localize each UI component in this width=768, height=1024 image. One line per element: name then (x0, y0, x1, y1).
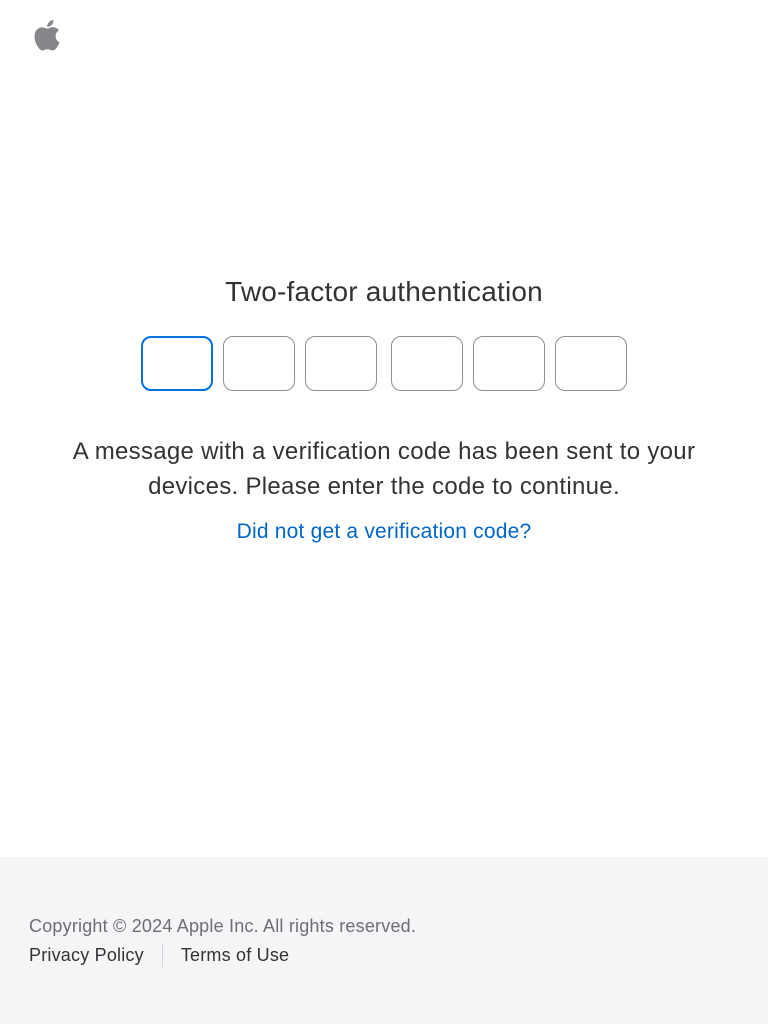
page: Two-factor authentication A message with… (0, 0, 768, 1024)
verification-panel: Two-factor authentication A message with… (0, 270, 768, 546)
code-digit-3[interactable] (305, 336, 377, 391)
terms-of-use-link[interactable]: Terms of Use (181, 943, 289, 967)
privacy-policy-link[interactable]: Privacy Policy (29, 943, 144, 967)
verification-code-input (0, 336, 768, 391)
page-title: Two-factor authentication (225, 276, 543, 307)
no-code-help-link[interactable]: Did not get a verification code? (237, 518, 532, 546)
footer: Copyright © 2024 Apple Inc. All rights r… (0, 857, 768, 1024)
code-digit-6[interactable] (555, 336, 627, 391)
code-digit-1[interactable] (141, 336, 213, 391)
footer-divider (161, 943, 163, 967)
copyright-text: Copyright © 2024 Apple Inc. All rights r… (29, 916, 417, 936)
code-digit-4[interactable] (391, 336, 463, 391)
verification-message: A message with a verification code has b… (72, 438, 696, 500)
code-digit-2[interactable] (223, 336, 295, 391)
code-digit-5[interactable] (473, 336, 545, 391)
apple-logo-icon[interactable] (27, 16, 67, 54)
footer-links: Privacy Policy Terms of Use (29, 943, 289, 967)
